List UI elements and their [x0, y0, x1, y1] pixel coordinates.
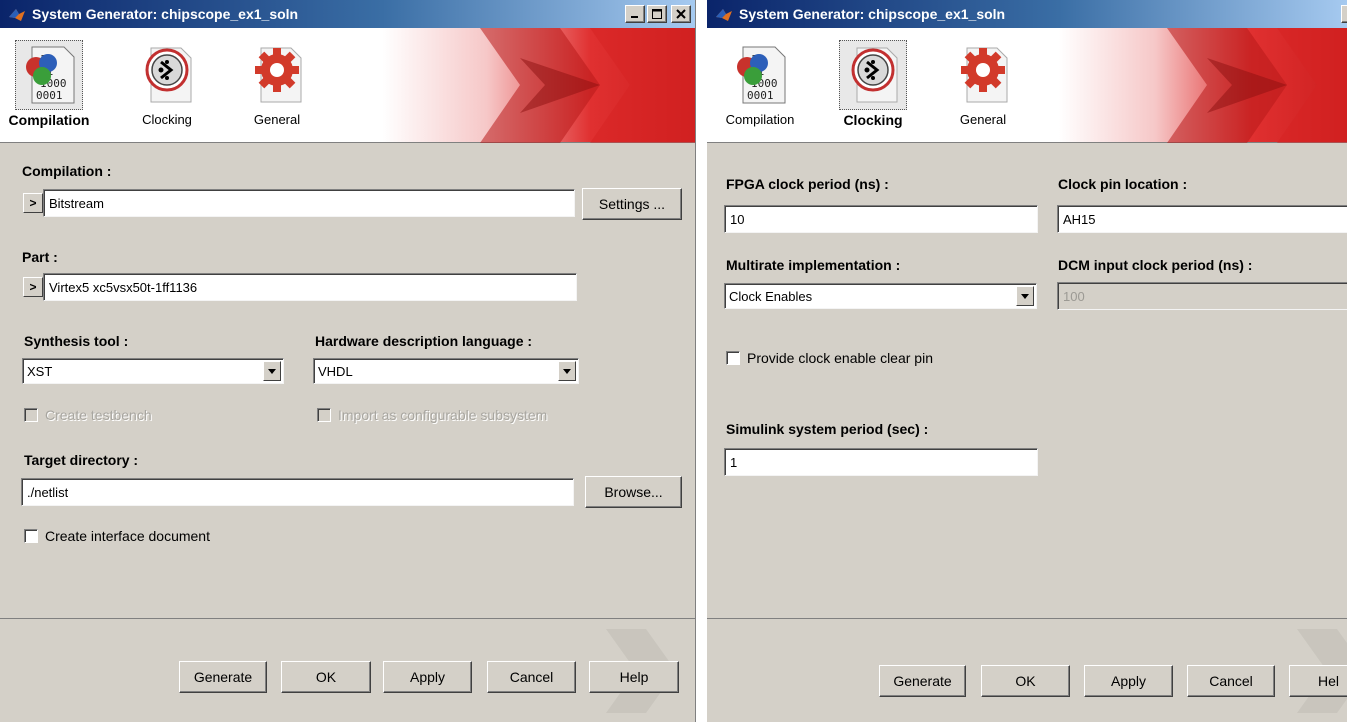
compilation-label: Compilation : — [22, 163, 112, 179]
create-interface-document-checkbox[interactable]: Create interface document — [24, 528, 210, 544]
part-value: Virtex5 xc5vsx50t-1ff1136 — [49, 279, 198, 295]
clock-pin-location-label: Clock pin location : — [1058, 176, 1188, 192]
compilation-expand-button[interactable]: > — [23, 193, 43, 213]
svg-text:0001: 0001 — [747, 89, 774, 102]
tab-toolbar: 10 01 1000 0001 Compilation — [0, 28, 695, 143]
window-title: System Generator: chipscope_ex1_soln — [32, 6, 299, 22]
xilinx-logo-decoration — [480, 28, 695, 143]
part-label: Part : — [22, 249, 58, 265]
simulink-system-period-field[interactable]: 1 — [724, 448, 1038, 476]
clock-pin-location-value: AH15 — [1063, 211, 1096, 227]
cancel-button[interactable]: Cancel — [1187, 665, 1275, 697]
chevron-down-icon[interactable] — [263, 361, 281, 381]
svg-text:0001: 0001 — [36, 89, 63, 102]
minimize-icon[interactable] — [1341, 5, 1347, 23]
ok-button[interactable]: OK — [981, 665, 1070, 697]
part-field[interactable]: Virtex5 xc5vsx50t-1ff1136 — [43, 273, 577, 301]
browse-button[interactable]: Browse... — [585, 476, 682, 508]
clock-icon — [851, 47, 898, 103]
matlab-logo-icon — [9, 9, 25, 21]
dialog-button-bar: Generate OK Apply Cancel Help — [0, 618, 695, 722]
maximize-icon[interactable] — [647, 5, 667, 23]
matlab-logo-icon — [716, 9, 732, 21]
clock-icon — [145, 47, 192, 103]
tab-general[interactable]: General — [928, 30, 1038, 138]
import-subsystem-label: Import as configurable subsystem — [338, 407, 548, 423]
hdl-value: VHDL — [318, 363, 353, 379]
target-directory-field[interactable]: ./netlist — [21, 478, 574, 506]
tab-label: General — [253, 112, 301, 127]
clock-pin-location-field[interactable]: AH15 — [1057, 205, 1347, 233]
clock-enable-clear-pin-label: Provide clock enable clear pin — [747, 350, 933, 366]
window-title: System Generator: chipscope_ex1_soln — [739, 6, 1006, 22]
fpga-clock-period-label: FPGA clock period (ns) : — [726, 176, 889, 192]
import-subsystem-checkbox: Import as configurable subsystem — [317, 407, 547, 423]
dcm-input-clock-period-value: 100 — [1063, 288, 1085, 304]
compilation-panel: Compilation : > Bitstream Settings ... P… — [0, 144, 695, 618]
compilation-value: Bitstream — [49, 195, 104, 211]
dcm-input-clock-period-field: 100 — [1057, 282, 1347, 310]
synthesis-tool-select[interactable]: XST — [22, 358, 284, 384]
multirate-implementation-select[interactable]: Clock Enables — [724, 283, 1037, 309]
window-gap — [696, 0, 707, 722]
multirate-implementation-label: Multirate implementation : — [726, 257, 901, 273]
ok-button[interactable]: OK — [281, 661, 371, 693]
multirate-implementation-value: Clock Enables — [729, 288, 813, 304]
title-bar[interactable]: System Generator: chipscope_ex1_soln — [0, 0, 695, 28]
synthesis-tool-label: Synthesis tool : — [24, 333, 129, 349]
generate-button[interactable]: Generate — [179, 661, 267, 693]
hdl-select[interactable]: VHDL — [313, 358, 579, 384]
minimize-icon[interactable] — [625, 5, 645, 23]
tab-label: Clocking — [843, 112, 903, 128]
binary-file-icon: 10 01 1000 0001 — [737, 46, 786, 104]
tab-label: Compilation — [725, 112, 795, 127]
close-icon[interactable] — [671, 5, 691, 23]
chevron-down-icon[interactable] — [558, 361, 576, 381]
clock-enable-clear-pin-checkbox[interactable]: Provide clock enable clear pin — [726, 350, 933, 366]
system-generator-window-compilation: System Generator: chipscope_ex1_soln 100… — [0, 0, 696, 722]
create-interface-document-label: Create interface document — [45, 528, 210, 544]
binary-file-icon: 10 01 1000 0001 — [26, 46, 75, 104]
settings-button[interactable]: Settings ... — [582, 188, 682, 220]
create-testbench-label: Create testbench — [45, 407, 152, 423]
checkbox-box — [24, 408, 38, 422]
gear-icon — [961, 47, 1008, 103]
target-directory-label: Target directory : — [24, 452, 139, 468]
tab-compilation[interactable]: 10 01 1000 0001 Compilation — [707, 30, 815, 138]
dialog-button-bar: Generate OK Apply Cancel Hel — [707, 618, 1347, 722]
tab-toolbar: 10 01 1000 0001 Compilation — [707, 28, 1347, 143]
checkbox-box — [317, 408, 331, 422]
hdl-label: Hardware description language : — [315, 333, 533, 349]
tab-compilation[interactable]: 10 01 1000 0001 Compilation — [0, 30, 104, 138]
target-directory-value: ./netlist — [27, 484, 69, 500]
tab-label: Clocking — [142, 112, 192, 127]
tab-clocking[interactable]: Clocking — [112, 30, 222, 138]
checkbox-box[interactable] — [726, 351, 740, 365]
tab-clocking[interactable]: Clocking — [818, 30, 928, 138]
tab-label: General — [959, 112, 1007, 127]
system-generator-window-clocking: System Generator: chipscope_ex1_soln 10 … — [707, 0, 1347, 722]
part-expand-button[interactable]: > — [23, 277, 43, 297]
apply-button[interactable]: Apply — [1084, 665, 1173, 697]
help-button[interactable]: Hel — [1289, 665, 1347, 697]
create-testbench-checkbox: Create testbench — [24, 407, 152, 423]
fpga-clock-period-value: 10 — [730, 211, 745, 227]
help-button[interactable]: Help — [589, 661, 679, 693]
clocking-panel: FPGA clock period (ns) : 10 Clock pin lo… — [707, 144, 1347, 618]
cancel-button[interactable]: Cancel — [487, 661, 576, 693]
chevron-down-icon[interactable] — [1016, 286, 1034, 306]
synthesis-tool-value: XST — [27, 363, 53, 379]
fpga-clock-period-field[interactable]: 10 — [724, 205, 1038, 233]
compilation-field[interactable]: Bitstream — [43, 189, 575, 217]
tab-label: Compilation — [8, 112, 90, 128]
apply-button[interactable]: Apply — [383, 661, 472, 693]
dcm-input-clock-period-label: DCM input clock period (ns) : — [1058, 257, 1253, 273]
tab-general[interactable]: General — [222, 30, 332, 138]
generate-button[interactable]: Generate — [879, 665, 966, 697]
gear-icon — [255, 47, 302, 103]
simulink-system-period-value: 1 — [730, 454, 738, 470]
title-bar[interactable]: System Generator: chipscope_ex1_soln — [707, 0, 1347, 28]
simulink-system-period-label: Simulink system period (sec) : — [726, 421, 929, 437]
checkbox-box[interactable] — [24, 529, 38, 543]
